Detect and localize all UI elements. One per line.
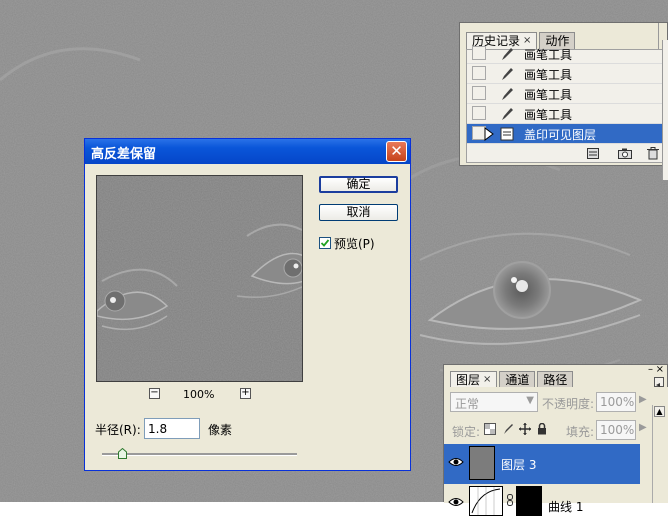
- history-source-checkbox[interactable]: [472, 46, 486, 60]
- layer-row[interactable]: 曲线 1: [444, 484, 640, 524]
- new-snapshot-icon[interactable]: [618, 148, 632, 159]
- tab-paths-label: 路径: [543, 373, 568, 387]
- panel-minimize-icon[interactable]: –: [648, 364, 653, 375]
- dialog-close-button[interactable]: ✕: [386, 141, 407, 162]
- panel-menu-icon[interactable]: [654, 377, 664, 387]
- history-item[interactable]: 画笔工具: [467, 64, 664, 84]
- history-footer: [467, 146, 664, 162]
- chevron-down-icon: ▼: [526, 395, 534, 406]
- history-panel: 历史记录 × 动作 画笔工具 画笔工具 画笔工具 画笔工具 盖印可见图层: [459, 22, 668, 166]
- curves-adjustment-icon: [469, 486, 503, 516]
- preview-image: [97, 176, 302, 381]
- filter-preview[interactable]: [96, 175, 303, 382]
- layer-name: 图层 3: [501, 458, 537, 472]
- checkmark-icon: [320, 239, 330, 247]
- layer-thumbnail: [469, 446, 495, 480]
- history-item[interactable]: 画笔工具: [467, 44, 664, 64]
- fill-arrow-icon[interactable]: ▶: [639, 422, 647, 433]
- radius-unit: 像素: [208, 423, 233, 437]
- cancel-button[interactable]: 取消: [319, 204, 398, 221]
- history-item-label: 画笔工具: [524, 108, 573, 122]
- history-source-checkbox[interactable]: [472, 106, 486, 120]
- opacity-value: 100%: [600, 395, 635, 409]
- radius-label: 半径(R):: [95, 423, 141, 437]
- dialog-title: 高反差保留: [91, 147, 157, 162]
- radius-input[interactable]: [144, 418, 200, 439]
- history-item[interactable]: 画笔工具: [467, 84, 664, 104]
- blend-mode-select[interactable]: 正常 ▼: [450, 392, 538, 412]
- new-document-from-state-icon[interactable]: [587, 148, 599, 159]
- brush-icon: [502, 48, 513, 60]
- layers-controls: 正常 ▼ 不透明度: 100% ▶ 锁定: 填充: 100% ▶ 图层 3 曲线…: [444, 387, 668, 516]
- history-list[interactable]: 画笔工具 画笔工具 画笔工具 画笔工具 盖印可见图层: [466, 46, 665, 163]
- opacity-label: 不透明度:: [542, 397, 595, 411]
- fill-label: 填充:: [566, 425, 595, 439]
- stamp-layer-icon: [500, 127, 514, 141]
- zoom-level: 100%: [183, 388, 215, 401]
- brush-icon: [502, 88, 513, 100]
- eye-icon[interactable]: [448, 496, 464, 508]
- tab-paths[interactable]: 路径: [537, 371, 574, 388]
- history-state-marker-icon: [484, 127, 494, 141]
- tab-layers-label: 图层: [456, 373, 481, 387]
- opacity-arrow-icon[interactable]: ▶: [639, 394, 647, 405]
- brush-icon: [502, 68, 513, 80]
- opacity-input[interactable]: 100%: [596, 392, 636, 412]
- fill-input[interactable]: 100%: [596, 420, 636, 440]
- scroll-up-icon[interactable]: ▲: [654, 406, 665, 417]
- tab-channels-label: 通道: [505, 373, 530, 387]
- zoom-in-button[interactable]: +: [240, 388, 251, 399]
- preview-checkbox[interactable]: [319, 237, 331, 249]
- high-pass-dialog: 高反差保留 ✕ 确定 取消 预览(P) − 100% + 半径(R): 像素: [84, 138, 411, 471]
- layers-scrollbar[interactable]: ▲: [652, 405, 667, 503]
- lock-label: 锁定:: [452, 425, 481, 439]
- trash-icon[interactable]: [647, 147, 659, 160]
- history-item-selected[interactable]: 盖印可见图层: [467, 124, 664, 144]
- history-item-label: 画笔工具: [524, 68, 573, 82]
- zoom-out-button[interactable]: −: [149, 388, 160, 399]
- layers-panel: 图层 × 通道 路径 – × 正常 ▼ 不透明度: 100% ▶ 锁定: 填充:…: [443, 364, 668, 516]
- history-item-label: 画笔工具: [524, 48, 573, 62]
- chain-link-icon[interactable]: [507, 494, 513, 506]
- history-item-label: 画笔工具: [524, 88, 573, 102]
- lock-transparent-icon[interactable]: [484, 423, 496, 435]
- radius-slider-track[interactable]: [102, 453, 297, 456]
- history-item-label: 盖印可见图层: [524, 128, 597, 142]
- ok-button[interactable]: 确定: [319, 176, 398, 193]
- tab-layers[interactable]: 图层 ×: [450, 371, 498, 388]
- layer-mask-thumbnail[interactable]: [516, 486, 542, 516]
- brush-icon: [502, 108, 513, 120]
- layer-row-selected[interactable]: 图层 3: [444, 444, 640, 484]
- preview-checkbox-row[interactable]: 预览(P): [319, 236, 375, 251]
- lock-position-icon[interactable]: [519, 423, 531, 435]
- preview-label: 预览(P): [334, 236, 375, 251]
- blend-mode-value: 正常: [455, 397, 480, 411]
- lock-image-icon[interactable]: [502, 423, 514, 435]
- fill-value: 100%: [600, 423, 635, 437]
- history-item[interactable]: 画笔工具: [467, 104, 664, 124]
- tab-channels[interactable]: 通道: [499, 371, 536, 388]
- eye-icon[interactable]: [448, 456, 464, 468]
- panel-scrollbar[interactable]: [662, 40, 668, 180]
- history-source-checkbox[interactable]: [472, 66, 486, 80]
- layer-name: 曲线 1: [548, 500, 584, 514]
- close-icon: ✕: [390, 142, 403, 160]
- radius-slider-thumb[interactable]: [117, 448, 127, 459]
- dialog-titlebar[interactable]: 高反差保留 ✕: [85, 139, 410, 164]
- lock-all-icon[interactable]: [537, 423, 547, 435]
- close-icon[interactable]: ×: [483, 372, 491, 388]
- panel-close-icon[interactable]: ×: [656, 364, 664, 375]
- history-source-checkbox[interactable]: [472, 86, 486, 100]
